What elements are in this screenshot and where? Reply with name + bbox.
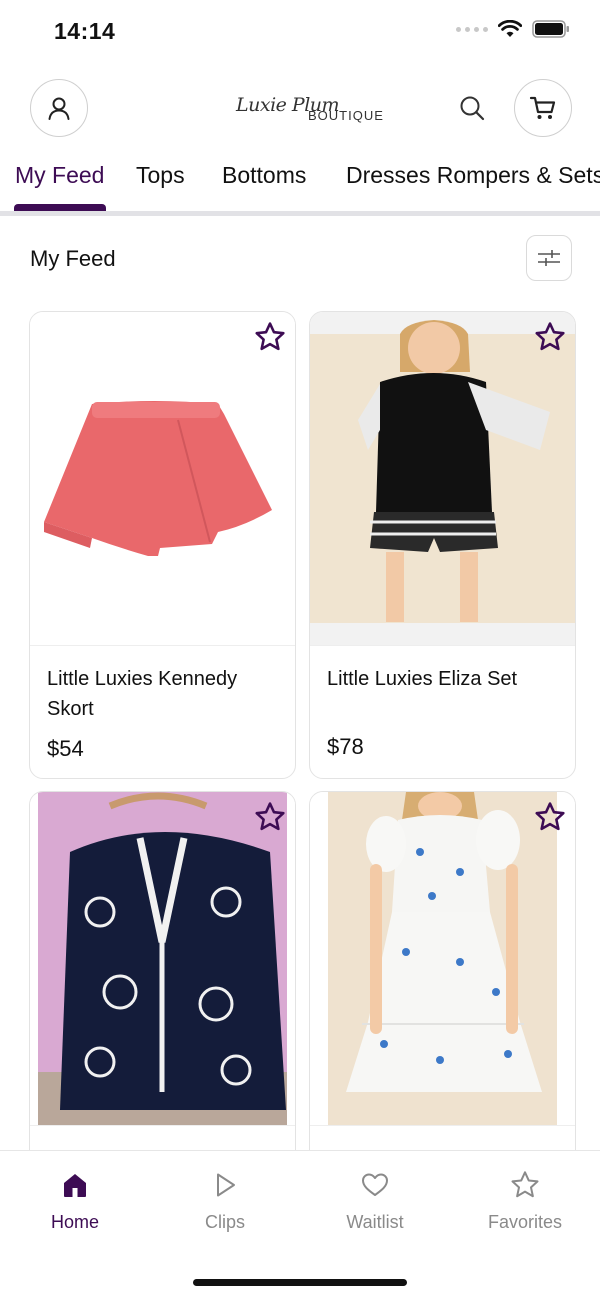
heart-icon — [362, 1173, 388, 1196]
status-indicators — [456, 20, 570, 38]
product-image-navy-outfit[interactable] — [30, 792, 295, 1125]
brand-logo[interactable]: Luxie Plum BOUTIQUE — [230, 92, 383, 126]
product-price: $54 — [47, 736, 84, 761]
card-separator — [30, 1125, 295, 1126]
feed-title: My Feed — [30, 246, 116, 271]
home-indicator — [193, 1279, 407, 1286]
play-icon — [217, 1173, 235, 1197]
product-image-eliza-set[interactable] — [310, 312, 575, 645]
profile-button[interactable] — [30, 79, 88, 137]
tab-my-feed[interactable]: My Feed — [15, 162, 104, 189]
tab-bottoms[interactable]: Bottoms — [222, 162, 306, 189]
favorite-star-icon[interactable] — [533, 320, 567, 354]
nav-clips[interactable]: Clips — [165, 1169, 285, 1233]
logo-caps-text: BOUTIQUE — [308, 108, 384, 123]
product-image-white-dress[interactable] — [310, 792, 575, 1125]
nav-waitlist-label: Waitlist — [346, 1212, 404, 1232]
profile-icon — [48, 97, 70, 120]
bottom-navigation: Home Clips Waitlist Favorites — [0, 1150, 600, 1300]
nav-favorites-label: Favorites — [487, 1212, 563, 1232]
tabs-divider — [0, 211, 600, 216]
card-separator — [310, 645, 575, 646]
wifi-icon — [498, 20, 522, 37]
category-tabs: My Feed Tops Bottoms Dresses Rompers & S… — [0, 158, 600, 214]
product-price: $78 — [327, 734, 364, 759]
product-card[interactable]: Little Luxies Eliza Set $78 — [309, 311, 576, 779]
home-icon — [64, 1174, 86, 1197]
product-card[interactable]: Little Luxies Kennedy Skort $54 — [29, 311, 296, 779]
filter-button[interactable] — [526, 235, 572, 281]
cart-icon — [529, 96, 556, 119]
nav-home[interactable]: Home — [15, 1169, 135, 1233]
cellular-signal-icon — [456, 26, 488, 32]
cart-button[interactable] — [514, 79, 572, 137]
star-icon — [511, 1171, 539, 1198]
nav-waitlist[interactable]: Waitlist — [315, 1169, 435, 1233]
product-name[interactable]: Little Luxies Eliza Set — [327, 664, 557, 694]
product-name[interactable]: Little Luxies Kennedy Skort — [47, 664, 277, 724]
favorite-star-icon[interactable] — [533, 800, 567, 834]
nav-home-label: Home — [50, 1212, 99, 1232]
favorite-star-icon[interactable] — [253, 320, 287, 354]
search-button[interactable] — [458, 94, 486, 127]
tab-tops[interactable]: Tops — [136, 162, 185, 189]
status-time: 14:14 — [54, 18, 116, 44]
favorite-star-icon[interactable] — [253, 800, 287, 834]
card-separator — [30, 645, 295, 646]
search-icon — [460, 96, 485, 121]
card-separator — [310, 1125, 575, 1126]
nav-clips-label: Clips — [204, 1212, 245, 1232]
tab-dresses-rompers-sets[interactable]: Dresses Rompers & Sets — [346, 162, 600, 189]
nav-favorites[interactable]: Favorites — [465, 1169, 585, 1233]
product-image-skort[interactable] — [30, 312, 295, 645]
sliders-icon — [538, 250, 560, 266]
battery-icon — [532, 20, 569, 38]
